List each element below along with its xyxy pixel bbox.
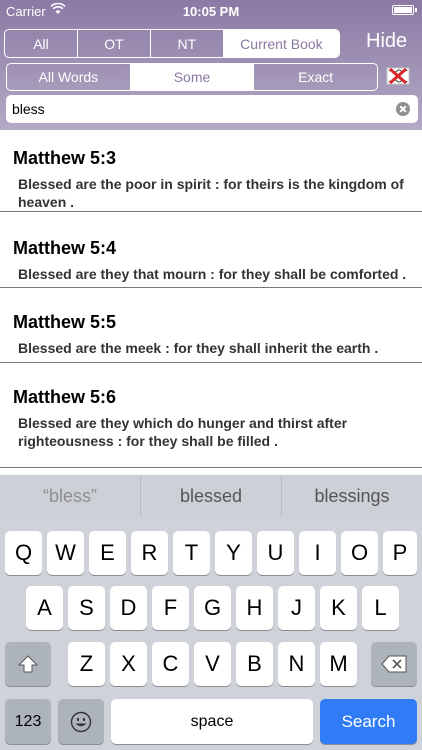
- scope-tabs: All OT NT Current Book: [4, 29, 340, 58]
- key-s[interactable]: S: [68, 586, 105, 630]
- verse-reference: Matthew 5:3: [13, 148, 117, 168]
- hide-button[interactable]: Hide: [366, 30, 407, 53]
- key-z[interactable]: Z: [68, 642, 105, 686]
- clear-history-icon[interactable]: [386, 66, 410, 86]
- shift-arrow-icon: [18, 655, 38, 673]
- key-a[interactable]: A: [26, 586, 63, 630]
- verse-text: Blessed are they which do hunger and thi…: [18, 415, 348, 449]
- key-v[interactable]: V: [194, 642, 231, 686]
- keyboard: “bless” blessed blessings Q W E R T Y U …: [0, 475, 422, 750]
- emoji-key[interactable]: [58, 699, 104, 744]
- key-t[interactable]: T: [173, 531, 210, 575]
- tab-current-book[interactable]: Current Book: [223, 30, 339, 57]
- result-item[interactable]: Matthew 5:5 Blessed are the meek : for t…: [0, 288, 422, 363]
- tab-nt[interactable]: NT: [151, 30, 224, 57]
- key-w[interactable]: W: [47, 531, 84, 575]
- tab-all[interactable]: All: [5, 30, 78, 57]
- match-mode-tabs: All Words Some Exact: [6, 63, 378, 91]
- clear-search-icon[interactable]: [396, 102, 410, 116]
- key-o[interactable]: O: [341, 531, 378, 575]
- results-list: Matthew 5:3 Blessed are the poor in spir…: [0, 130, 422, 475]
- verse-reference: Matthew 5:4: [13, 238, 117, 258]
- key-e[interactable]: E: [89, 531, 126, 575]
- tab-all-words[interactable]: All Words: [7, 64, 131, 90]
- numbers-key[interactable]: 123: [5, 699, 51, 744]
- key-b[interactable]: B: [236, 642, 273, 686]
- key-y[interactable]: Y: [215, 531, 252, 575]
- verse-text: Blessed are they that mourn : for they s…: [18, 266, 407, 282]
- key-p[interactable]: P: [383, 531, 417, 575]
- emoji-icon: [70, 711, 92, 732]
- key-d[interactable]: D: [110, 586, 147, 630]
- tab-exact[interactable]: Exact: [254, 64, 377, 90]
- verse-text: Blessed are the poor in spirit : for the…: [18, 176, 404, 210]
- key-l[interactable]: L: [362, 586, 399, 630]
- verse-reference: Matthew 5:6: [13, 387, 117, 407]
- suggestion-bar: “bless” blessed blessings: [0, 475, 422, 517]
- status-bar: Carrier 10:05 PM: [0, 0, 422, 22]
- key-q[interactable]: Q: [5, 531, 42, 575]
- key-r[interactable]: R: [131, 531, 168, 575]
- verse-text: Blessed are the meek : for they shall in…: [18, 340, 379, 356]
- result-item[interactable]: Matthew 5:4 Blessed are they that mourn …: [0, 212, 422, 288]
- search-key[interactable]: Search: [320, 699, 417, 744]
- key-i[interactable]: I: [299, 531, 336, 575]
- battery-icon: [392, 5, 417, 15]
- key-f[interactable]: F: [152, 586, 189, 630]
- result-item[interactable]: Matthew 5:3 Blessed are the poor in spir…: [0, 130, 422, 212]
- search-bar: [6, 95, 418, 123]
- key-x[interactable]: X: [110, 642, 147, 686]
- tab-some[interactable]: Some: [130, 64, 255, 90]
- key-k[interactable]: K: [320, 586, 357, 630]
- search-input[interactable]: [12, 95, 392, 123]
- key-m[interactable]: M: [320, 642, 357, 686]
- shift-key[interactable]: [5, 642, 51, 686]
- key-n[interactable]: N: [278, 642, 315, 686]
- tab-ot[interactable]: OT: [78, 30, 151, 57]
- key-u[interactable]: U: [257, 531, 294, 575]
- key-c[interactable]: C: [152, 642, 189, 686]
- backspace-icon: [381, 655, 407, 673]
- delete-key[interactable]: [371, 642, 417, 686]
- app-header: Carrier 10:05 PM All OT NT Current Book …: [0, 0, 422, 130]
- space-key[interactable]: space: [111, 699, 313, 744]
- verse-reference: Matthew 5:5: [13, 312, 117, 332]
- suggestion-typed[interactable]: “bless”: [0, 475, 141, 517]
- suggestion-item[interactable]: blessed: [141, 475, 282, 517]
- suggestion-item[interactable]: blessings: [282, 475, 422, 517]
- key-j[interactable]: J: [278, 586, 315, 630]
- result-item[interactable]: Matthew 5:6 Blessed are they which do hu…: [0, 363, 422, 468]
- status-time: 10:05 PM: [182, 4, 240, 19]
- key-g[interactable]: G: [194, 586, 231, 630]
- key-h[interactable]: H: [236, 586, 273, 630]
